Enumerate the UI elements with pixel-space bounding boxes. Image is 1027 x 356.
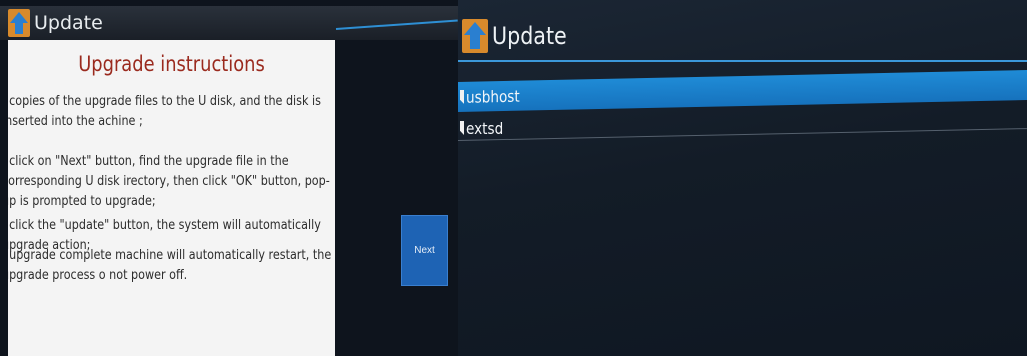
upload-arrow-icon [8,9,30,37]
folder-icon [460,121,464,135]
right-update-screen: Update usbhost extsd [458,0,1027,356]
right-title-bar: Update [458,14,1027,58]
next-button[interactable]: Next [401,215,448,286]
instruction-step-1: . copies of the upgrade files to the U d… [8,94,321,129]
storage-item-label: usbhost [466,86,520,107]
storage-item-usbhost[interactable]: usbhost [458,70,1027,112]
right-window-title: Update [492,22,567,50]
folder-icon [460,90,464,104]
instruction-step-2: . click on "Next" button, find the upgra… [8,154,330,209]
upload-arrow-icon [462,19,488,53]
instruction-step-4: . upgrade complete machine will automati… [8,248,332,283]
left-window-title: Update [34,12,103,34]
left-update-screen: Update Upgrade instructions . copies of … [0,0,458,356]
instructions-panel: Upgrade instructions . copies of the upg… [8,40,335,356]
left-title-bar: Update [0,6,458,40]
photo-frame: Update Upgrade instructions . copies of … [0,0,1027,356]
storage-item-label: extsd [466,118,504,138]
header-divider [458,60,1027,62]
instructions-heading: Upgrade instructions [78,52,265,76]
